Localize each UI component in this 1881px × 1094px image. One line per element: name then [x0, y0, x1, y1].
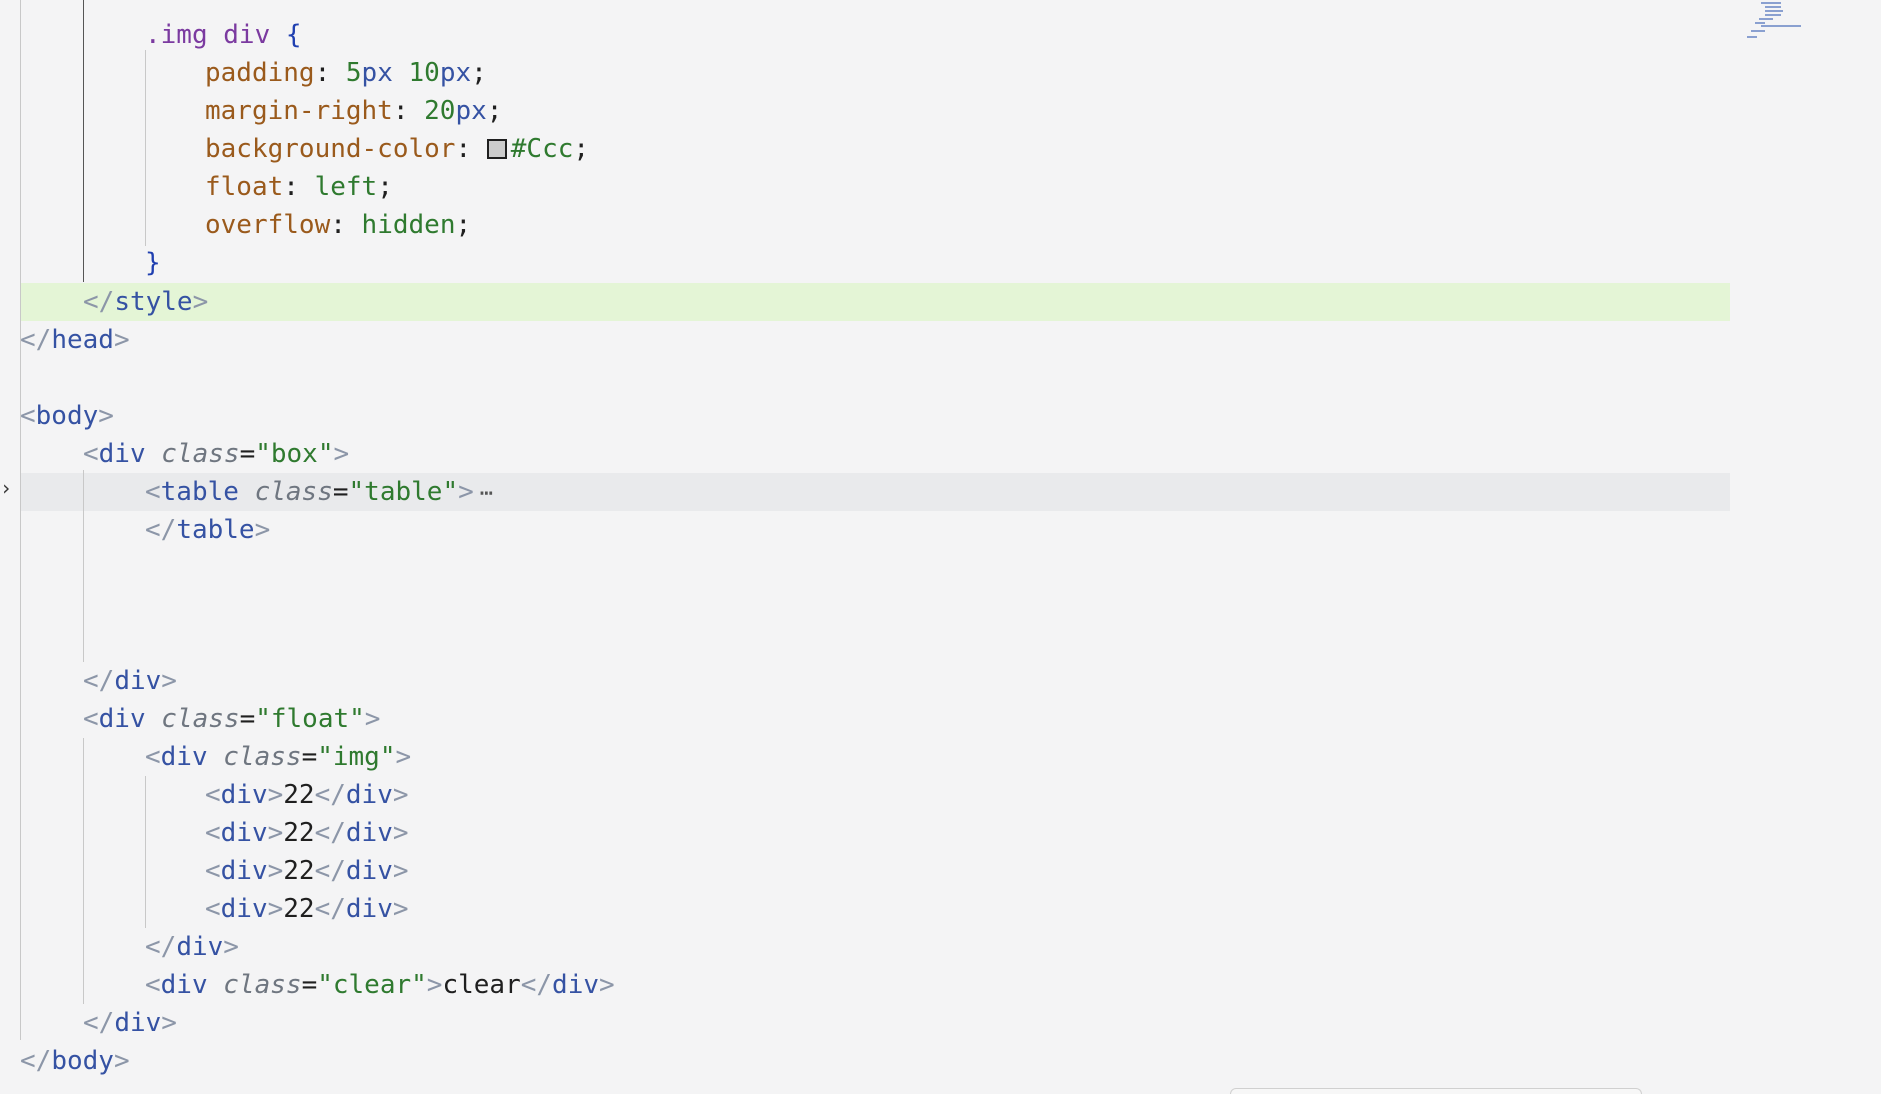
- code-line: <div class="img">: [145, 742, 412, 772]
- html-attribute: class: [223, 970, 302, 1000]
- css-unit: px: [361, 58, 393, 88]
- code-line: <table class="table"> ⋯: [145, 477, 494, 507]
- html-tag: head: [51, 325, 114, 355]
- code-line: <div class="box">: [83, 439, 350, 469]
- open-brace: {: [285, 20, 302, 50]
- html-tag: table: [176, 515, 255, 545]
- indent-guide: [145, 776, 146, 928]
- widget-edge: [1230, 1088, 1642, 1094]
- code-line: <body>: [20, 401, 114, 431]
- active-line-highlight: [20, 283, 1730, 321]
- css-property: overflow: [205, 210, 331, 240]
- chevron-right-icon[interactable]: ›: [0, 478, 12, 498]
- indent-guide: [145, 50, 146, 246]
- html-attribute-value: "img": [317, 742, 396, 772]
- css-property: margin-right: [205, 96, 393, 126]
- code-line: overflow: hidden;: [205, 210, 472, 240]
- html-tag: div: [220, 780, 268, 810]
- html-tag: div: [345, 780, 393, 810]
- code-line: </style>: [83, 287, 209, 317]
- minimap[interactable]: [1735, 0, 1825, 50]
- html-attribute-value: "float": [255, 704, 365, 734]
- css-value: left: [314, 172, 378, 202]
- code-line: <div class="clear">clear</div>: [145, 970, 615, 1000]
- code-line: <div>22</div>: [205, 818, 409, 848]
- code-line: background-color: #Ccc;: [205, 134, 590, 164]
- element-text: 22: [283, 780, 315, 810]
- html-tag: div: [220, 894, 268, 924]
- css-property: float: [205, 172, 284, 202]
- css-unit: px: [455, 96, 487, 126]
- html-tag: style: [114, 287, 193, 317]
- element-text: 22: [283, 856, 315, 886]
- code-line: margin-right: 20px;: [205, 96, 503, 126]
- code-line: </table>: [145, 515, 271, 545]
- code-line: </div>: [145, 932, 239, 962]
- html-tag: div: [98, 704, 146, 734]
- html-tag: div: [220, 818, 268, 848]
- element-text: 22: [283, 818, 315, 848]
- html-tag: div: [160, 742, 208, 772]
- code-line: </div>: [83, 666, 177, 696]
- html-attribute: class: [161, 704, 240, 734]
- css-value: hidden: [361, 210, 456, 240]
- indent-guide: [20, 0, 21, 1040]
- code-line: }: [145, 244, 161, 282]
- html-attribute-value: "box": [255, 439, 334, 469]
- css-number: 10: [408, 58, 440, 88]
- indent-guide: [83, 738, 84, 1004]
- css-number: 20: [424, 96, 456, 126]
- html-tag: body: [35, 401, 99, 431]
- html-tag: div: [176, 932, 224, 962]
- css-property: background-color: [205, 134, 456, 164]
- html-tag: table: [160, 477, 239, 507]
- html-tag: div: [552, 970, 600, 1000]
- code-line: float: left;: [205, 172, 393, 202]
- css-value: #Ccc: [510, 134, 574, 164]
- html-attribute: class: [161, 439, 240, 469]
- html-attribute-value: "clear": [317, 970, 427, 1000]
- folded-code-ellipsis[interactable]: ⋯: [480, 481, 493, 506]
- html-tag: div: [160, 970, 208, 1000]
- css-property: padding: [205, 58, 315, 88]
- code-line: <div>22</div>: [205, 780, 409, 810]
- html-tag: div: [114, 666, 162, 696]
- close-brace: }: [145, 248, 161, 278]
- html-tag: div: [345, 818, 393, 848]
- css-number: 5: [345, 58, 362, 88]
- code-line: .img div {: [145, 16, 302, 54]
- html-attribute-value: "table": [348, 477, 459, 507]
- code-editor[interactable]: › .img div { padding: 5px 10px; margin-r…: [0, 0, 1881, 1094]
- indent-guide: [83, 470, 84, 662]
- html-tag: div: [220, 856, 268, 886]
- element-text: clear: [442, 970, 521, 1000]
- code-line: <div class="float">: [83, 704, 381, 734]
- html-tag: div: [345, 894, 393, 924]
- css-selector: .img div: [145, 20, 271, 50]
- code-line: <div>22</div>: [205, 894, 409, 924]
- html-tag: body: [51, 1046, 114, 1076]
- color-swatch[interactable]: [486, 139, 507, 159]
- indent-guide-active: [83, 0, 84, 282]
- html-tag: div: [98, 439, 146, 469]
- css-unit: px: [439, 58, 472, 88]
- code-line: padding: 5px 10px;: [205, 58, 487, 88]
- html-tag: div: [114, 1008, 162, 1038]
- html-attribute: class: [254, 477, 333, 507]
- code-line: </head>: [20, 325, 130, 355]
- code-line: </body>: [20, 1046, 130, 1076]
- code-line: <div>22</div>: [205, 856, 409, 886]
- html-tag: div: [345, 856, 393, 886]
- html-attribute: class: [223, 742, 302, 772]
- element-text: 22: [283, 894, 315, 924]
- code-line: </div>: [83, 1008, 177, 1038]
